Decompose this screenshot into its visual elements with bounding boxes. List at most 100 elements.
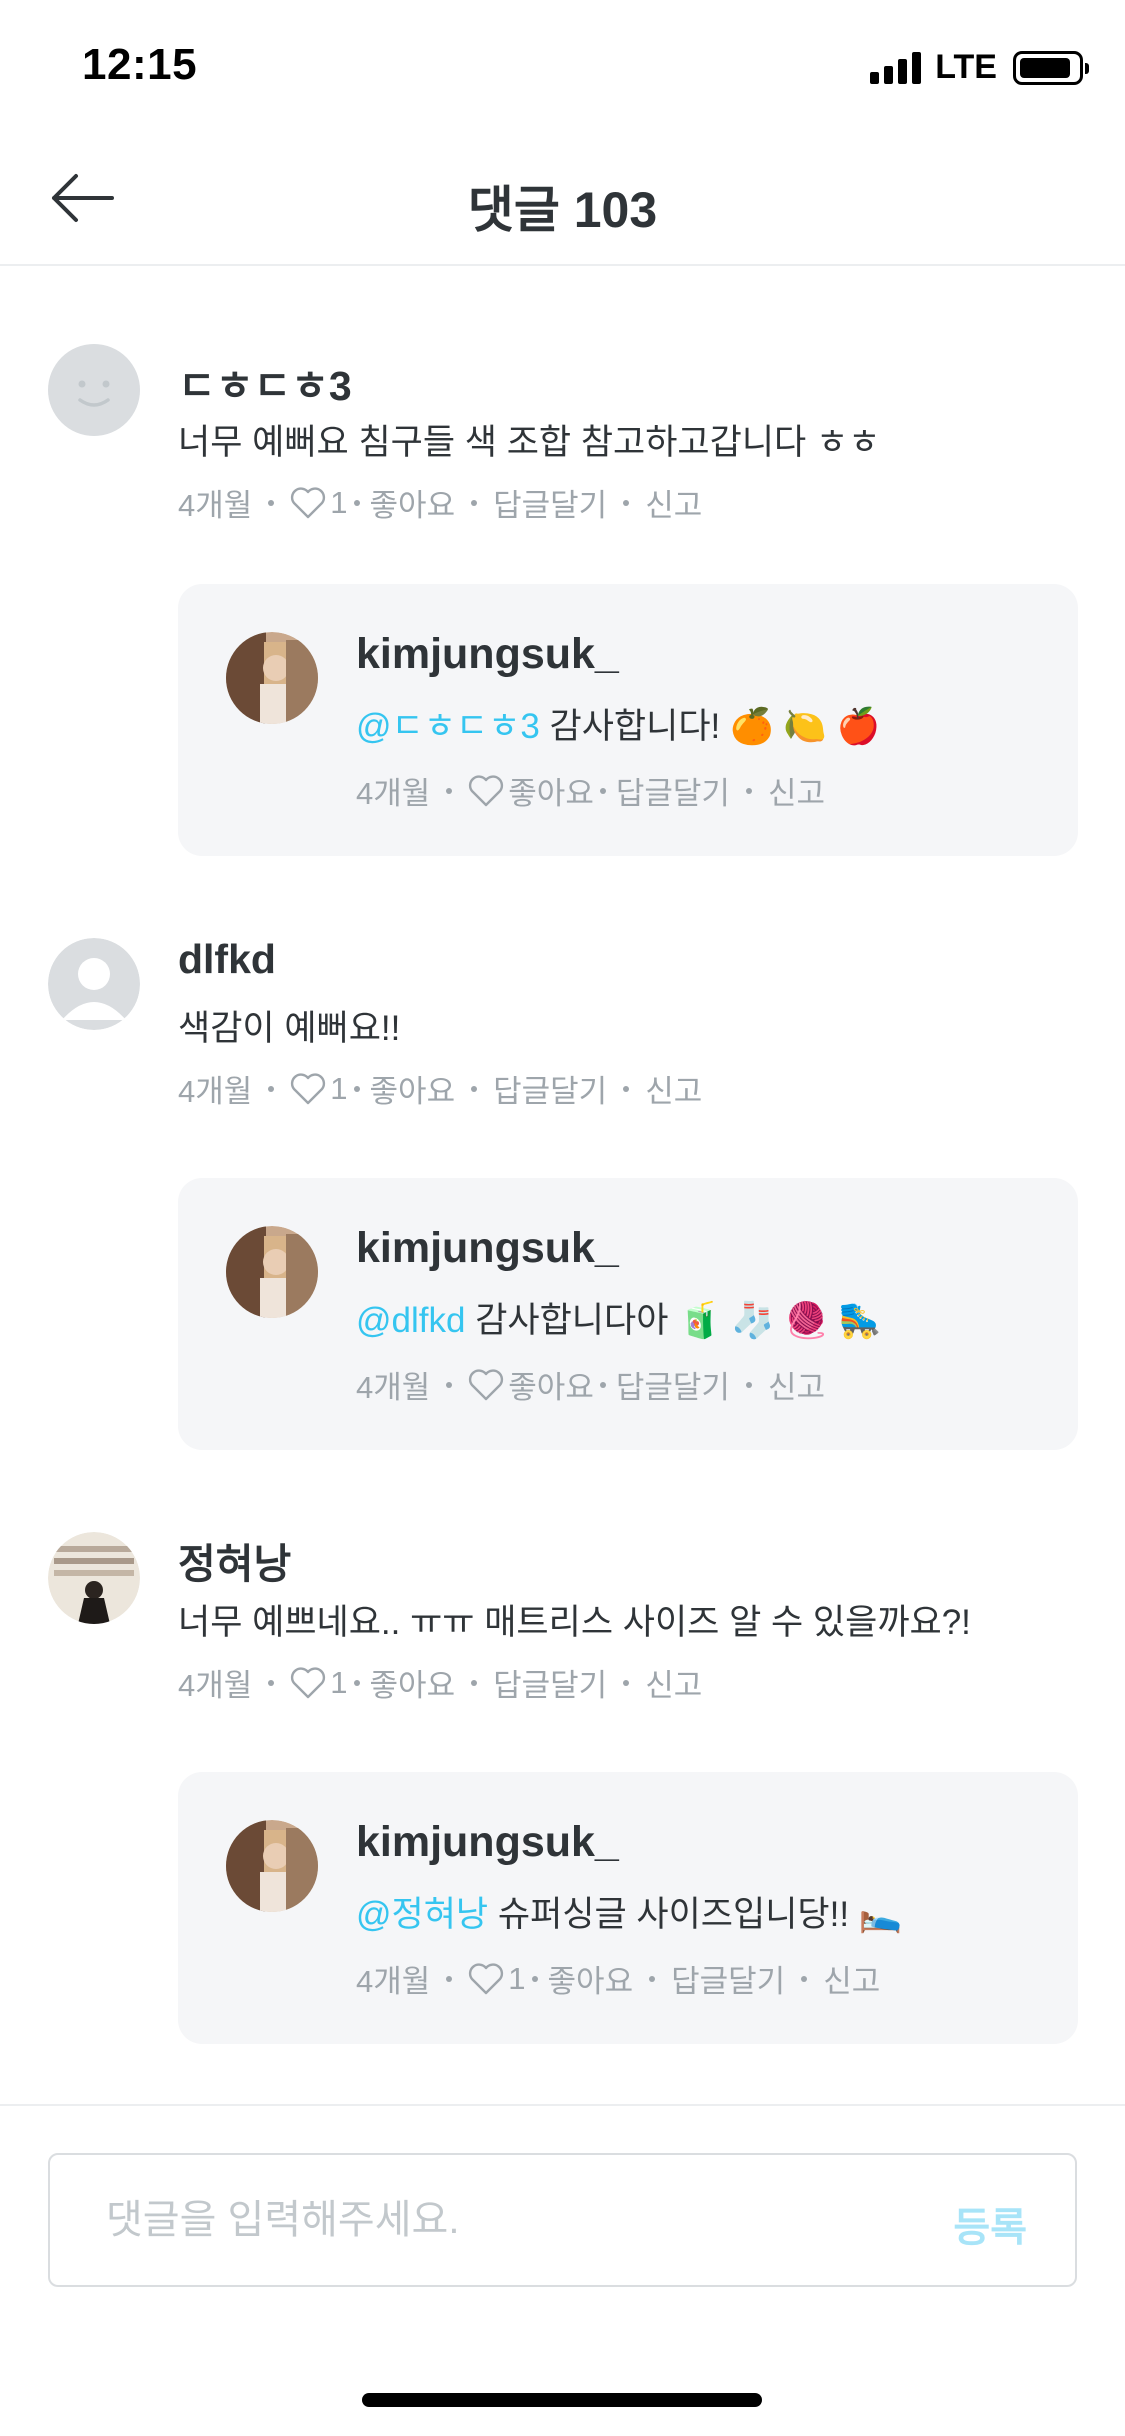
reply-text: @dlfkd 감사합니다아 🧃 🧦 🧶 🛼 <box>356 1292 882 1343</box>
submit-button[interactable]: 등록 <box>953 2195 1027 2253</box>
report-button[interactable]: 신고 <box>645 480 702 525</box>
heart-icon[interactable] <box>290 1666 326 1699</box>
status-time: 12:15 <box>82 40 198 89</box>
report-button[interactable]: 신고 <box>645 1660 702 1705</box>
comment-composer: 등록 <box>48 2153 1077 2287</box>
separator-dot <box>623 1085 630 1092</box>
home-indicator <box>362 2393 762 2407</box>
mention-link[interactable]: @ㄷㅎㄷㅎ3 <box>356 707 540 746</box>
reply-button[interactable]: 답글달기 <box>493 480 607 525</box>
comment-time: 4개월 <box>178 1668 253 1703</box>
separator-dot <box>446 1975 453 1982</box>
separator-dot <box>745 1381 752 1388</box>
reply-button[interactable]: 답글달기 <box>616 1362 730 1407</box>
reply-time: 4개월 <box>356 1964 431 1999</box>
like-count: 1 <box>330 1664 348 1700</box>
avatar[interactable] <box>226 632 318 724</box>
photo-avatar-icon <box>226 632 318 724</box>
report-button[interactable]: 신고 <box>768 768 825 813</box>
comment-text: 너무 예뻐요 침구들 색 조합 참고하고갑니다 ㅎㅎ <box>178 423 881 462</box>
comment-text: 너무 예쁘네요.. ㅠㅠ 매트리스 사이즈 알 수 있을까요?! <box>178 1603 971 1642</box>
reply-text: @정혀낭 슈퍼싱글 사이즈입니당!! 🛌 <box>356 1886 902 1937</box>
heart-icon[interactable] <box>290 486 326 519</box>
heart-icon[interactable] <box>290 1072 326 1105</box>
like-button[interactable]: 좋아요 <box>370 1066 456 1111</box>
avatar[interactable] <box>48 1532 140 1624</box>
heart-icon[interactable] <box>468 1962 504 1995</box>
separator-dot <box>353 1085 360 1092</box>
avatar[interactable] <box>48 938 140 1030</box>
reply-button[interactable]: 답글달기 <box>493 1660 607 1705</box>
photo-avatar-icon <box>48 1532 140 1624</box>
separator-dot <box>471 499 478 506</box>
heart-icon[interactable] <box>468 1368 504 1401</box>
separator-dot <box>268 1085 275 1092</box>
default-person-avatar-icon <box>48 938 140 1030</box>
report-button[interactable]: 신고 <box>823 1956 880 2001</box>
separator-dot <box>353 499 360 506</box>
comment-time: 4개월 <box>178 1074 253 1109</box>
avatar[interactable] <box>48 344 140 436</box>
smiley-avatar-icon <box>48 344 140 436</box>
like-button[interactable]: 좋아요 <box>508 1362 594 1407</box>
reply-item: kimjungsuk_ @dlfkd 감사합니다아 🧃 🧦 🧶 🛼 4개월 좋아… <box>178 1178 1078 1450</box>
composer-divider <box>0 2104 1125 2106</box>
reply-meta: 4개월 좋아요 답글달기 신고 <box>356 768 825 813</box>
reply-time: 4개월 <box>356 776 431 811</box>
comment-item: 정혀낭 너무 예쁘네요.. ㅠㅠ 매트리스 사이즈 알 수 있을까요?! 4개월… <box>0 1454 1125 2054</box>
heart-icon[interactable] <box>468 774 504 807</box>
comment-author[interactable]: ㄷㅎㄷㅎ3 <box>178 352 352 412</box>
reply-button[interactable]: 답글달기 <box>493 1066 607 1111</box>
separator-dot <box>649 1975 656 1982</box>
battery-icon <box>1013 50 1089 85</box>
status-bar: 12:15 LTE <box>0 0 1125 132</box>
reply-author[interactable]: kimjungsuk_ <box>356 630 619 679</box>
separator-dot <box>623 1679 630 1686</box>
separator-dot <box>801 1975 808 1982</box>
separator-dot <box>268 499 275 506</box>
comment-author[interactable]: dlfkd <box>178 936 276 983</box>
report-button[interactable]: 신고 <box>645 1066 702 1111</box>
avatar[interactable] <box>226 1820 318 1912</box>
reply-author[interactable]: kimjungsuk_ <box>356 1818 619 1867</box>
like-button[interactable]: 좋아요 <box>370 1660 456 1705</box>
reply-meta: 4개월 1 좋아요 답글달기 신고 <box>356 1956 880 2001</box>
reply-message: 슈퍼싱글 사이즈입니당!! 🛌 <box>497 1895 903 1934</box>
like-count: 1 <box>330 1070 348 1106</box>
separator-dot <box>446 1381 453 1388</box>
separator-dot <box>446 787 453 794</box>
like-button[interactable]: 좋아요 <box>548 1956 634 2001</box>
comment-meta: 4개월 1 좋아요 답글달기 신고 <box>178 480 702 525</box>
report-button[interactable]: 신고 <box>768 1362 825 1407</box>
separator-dot <box>599 1381 606 1388</box>
reply-button[interactable]: 답글달기 <box>671 1956 785 2001</box>
separator-dot <box>745 787 752 794</box>
comment-author[interactable]: 정혀낭 <box>178 1530 291 1590</box>
reply-message: 감사합니다! 🍊 🍋 🍎 <box>549 707 881 746</box>
comment-input[interactable] <box>106 2155 886 2285</box>
mention-link[interactable]: @dlfkd <box>356 1301 465 1340</box>
avatar[interactable] <box>226 1226 318 1318</box>
status-icons: LTE <box>870 48 1089 87</box>
separator-dot <box>471 1679 478 1686</box>
comment-item: ㄷㅎㄷㅎ3 너무 예뻐요 침구들 색 조합 참고하고갑니다 ㅎㅎ 4개월 1 좋… <box>0 266 1125 860</box>
like-button[interactable]: 좋아요 <box>370 480 456 525</box>
signal-icon <box>870 51 922 84</box>
reply-item: kimjungsuk_ @ㄷㅎㄷㅎ3 감사합니다! 🍊 🍋 🍎 4개월 좋아요 … <box>178 584 1078 856</box>
comment-item: dlfkd 색감이 예뻐요!! 4개월 1 좋아요 답글달기 신고 kimjun… <box>0 860 1125 1454</box>
reply-meta: 4개월 좋아요 답글달기 신고 <box>356 1362 825 1407</box>
nav-bar: 댓글 103 <box>0 132 1125 266</box>
separator-dot <box>353 1679 360 1686</box>
separator-dot <box>599 787 606 794</box>
comment-time: 4개월 <box>178 488 253 523</box>
comment-meta: 4개월 1 좋아요 답글달기 신고 <box>178 1660 702 1705</box>
photo-avatar-icon <box>226 1226 318 1318</box>
reply-item: kimjungsuk_ @정혀낭 슈퍼싱글 사이즈입니당!! 🛌 4개월 1 좋… <box>178 1772 1078 2044</box>
comment-text: 색감이 예뻐요!! <box>178 1009 401 1048</box>
like-button[interactable]: 좋아요 <box>508 768 594 813</box>
reply-button[interactable]: 답글달기 <box>616 768 730 813</box>
reply-author[interactable]: kimjungsuk_ <box>356 1224 619 1273</box>
reply-message: 감사합니다아 🧃 🧦 🧶 🛼 <box>475 1301 882 1340</box>
mention-link[interactable]: @정혀낭 <box>356 1895 488 1934</box>
reply-time: 4개월 <box>356 1370 431 1405</box>
